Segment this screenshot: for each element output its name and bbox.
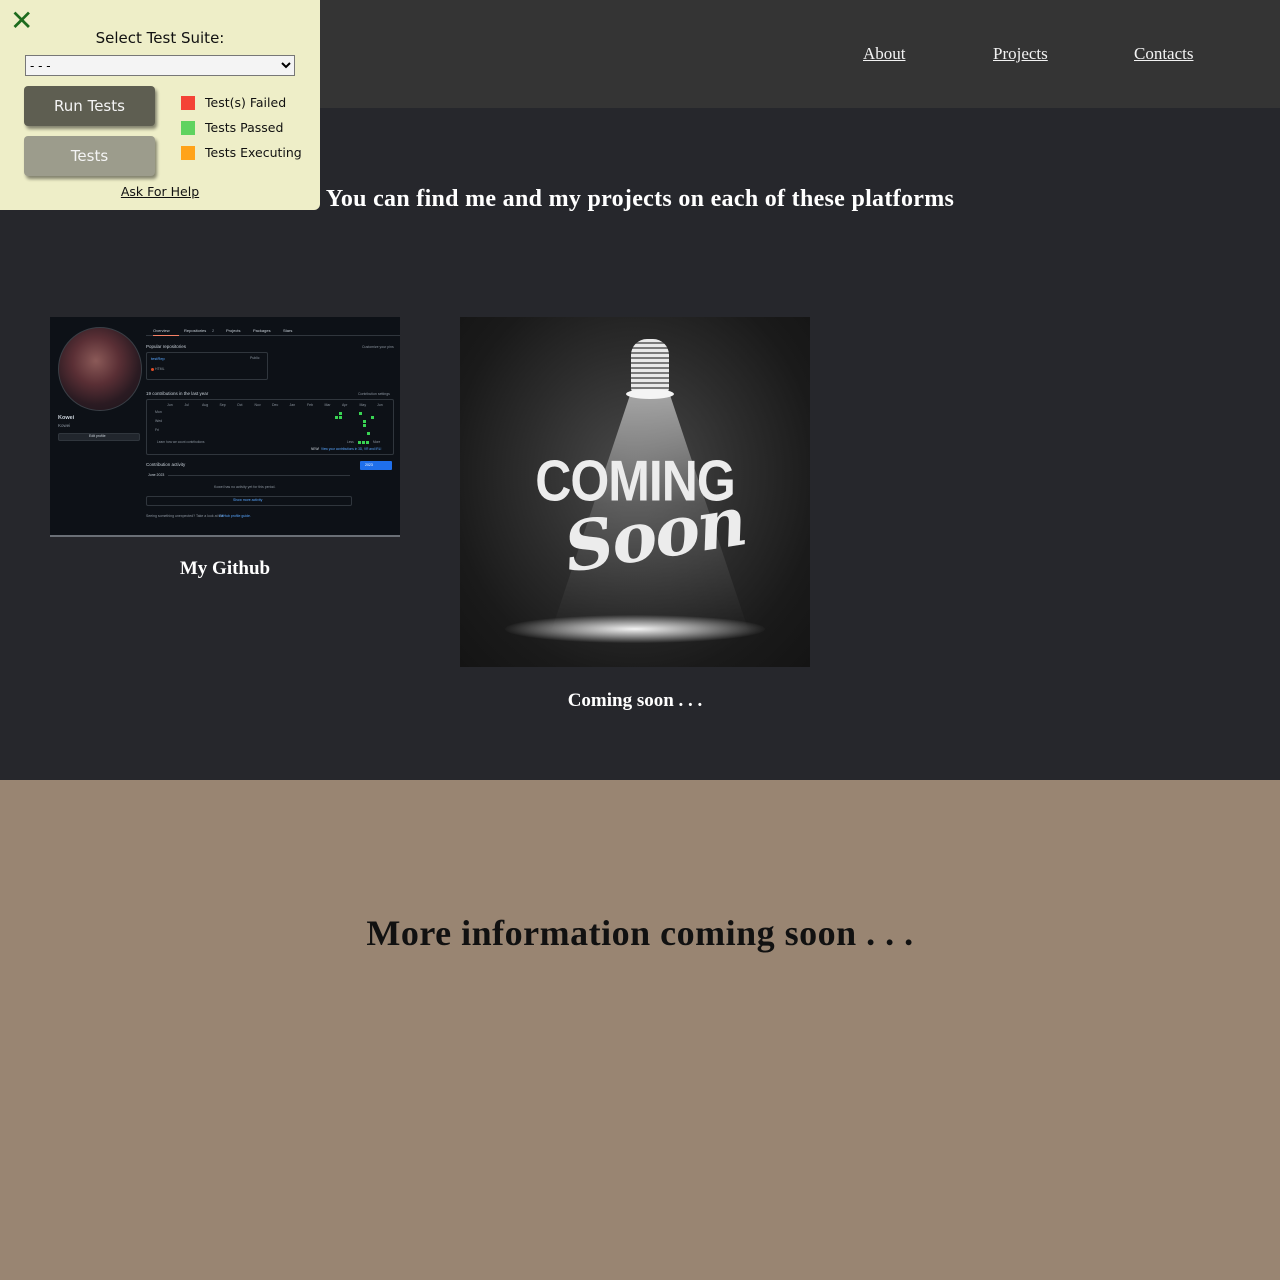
- language-dot: [151, 368, 154, 371]
- repo-language: HTML: [155, 367, 165, 371]
- tests-button[interactable]: Tests: [24, 136, 155, 176]
- new-label: NEW!: [311, 447, 320, 451]
- view-3d-link: View your contributions in 3D, VR and IR…: [321, 447, 382, 451]
- tab-divider: [146, 335, 400, 336]
- test-panel: ✕ Select Test Suite: - - - Run Tests Tes…: [0, 0, 320, 210]
- gh-tab-overview: Overview: [153, 328, 170, 333]
- more-label: More: [373, 440, 381, 444]
- profile-login: Kowei: [58, 423, 71, 428]
- day-fri: Fri: [155, 428, 160, 432]
- month-label: Jan: [289, 403, 296, 407]
- contribution-cell: [359, 412, 362, 415]
- coming-soon-image[interactable]: COMING Soon: [460, 317, 810, 667]
- profile-name: Kowei: [58, 415, 75, 421]
- legend-cell: [358, 441, 361, 444]
- ask-for-help-link[interactable]: Ask For Help: [0, 184, 320, 199]
- contribution-cell: [367, 432, 370, 435]
- month-label: Nov: [254, 403, 261, 407]
- month-label: Sep: [219, 403, 226, 407]
- contributions-label: 19 contributions in the last year: [146, 391, 209, 396]
- coming-soon-caption: Coming soon . . .: [567, 690, 703, 711]
- month-label: Mar: [324, 403, 331, 407]
- contribution-cell: [339, 412, 342, 415]
- footer-text: Seeing something unexpected? Take a look…: [146, 514, 224, 518]
- day-mon: Mon: [155, 410, 162, 414]
- info-title: More information coming soon . . .: [366, 913, 914, 953]
- month-label: Apr: [342, 403, 348, 407]
- edit-profile-button: Edit profile: [58, 433, 140, 441]
- year-button: 2023: [360, 461, 392, 470]
- active-tab-underline: [153, 335, 179, 336]
- month-label: Oct: [237, 403, 243, 407]
- less-label: Less: [347, 440, 354, 444]
- gh-tab-badge: 2: [212, 328, 215, 333]
- spotlight-lamp-icon: [631, 339, 669, 394]
- info-section: More information coming soon . . .: [0, 780, 1280, 1280]
- activity-divider: [168, 475, 350, 476]
- legend-failed-label: Test(s) Failed: [205, 95, 287, 110]
- legend-cell: [362, 441, 365, 444]
- legend-passed-label: Tests Passed: [205, 120, 284, 135]
- gh-tab-packages: Packages: [253, 328, 271, 333]
- nav-link-about[interactable]: About: [863, 44, 906, 64]
- pinned-repo: testRep Public HTML: [146, 352, 268, 380]
- day-wed: Wed: [155, 419, 163, 423]
- contribution-settings: Contribution settings: [358, 392, 390, 396]
- repo-name: testRep: [151, 356, 165, 361]
- avatar: [58, 327, 142, 411]
- nav-link-contacts[interactable]: Contacts: [1134, 44, 1194, 64]
- month-label: Feb: [307, 403, 314, 407]
- contribution-cell: [363, 420, 366, 423]
- floor-spotlight: [505, 615, 765, 643]
- executing-swatch: [181, 146, 195, 160]
- no-activity-text: Kowei has no activity yet for this perio…: [214, 485, 276, 489]
- contribution-cell: [363, 424, 366, 427]
- run-tests-button[interactable]: Run Tests: [24, 86, 155, 126]
- gh-tab-stars: Stars: [283, 328, 293, 333]
- repo-visibility: Public: [250, 356, 260, 360]
- month-label: Jun: [377, 403, 383, 407]
- test-suite-select[interactable]: - - -: [25, 55, 295, 76]
- show-more-label: Show more activity: [233, 498, 263, 502]
- contribution-cell: [339, 416, 342, 419]
- gh-tab-repositories: Repositories: [184, 328, 207, 333]
- edit-profile-label: Edit profile: [89, 434, 106, 438]
- show-more-button: Show more activity: [146, 496, 352, 506]
- contribution-cell: [371, 416, 374, 419]
- learn-label: Learn how we count contributions: [157, 440, 205, 444]
- month-label: Jun: [167, 403, 173, 407]
- contribution-graph: Jun Jul Aug Sep Oct Nov Dec Jan Feb Mar Apr May Jun …: [146, 399, 394, 455]
- gh-tab-projects: Projects: [226, 328, 241, 333]
- customize-label: Customize your pins: [362, 345, 394, 349]
- month-activity-label: June 2023: [148, 473, 165, 477]
- nav-link-projects[interactable]: Projects: [993, 44, 1048, 64]
- legend-executing-label: Tests Executing: [205, 145, 302, 160]
- lamp-rim: [626, 389, 674, 399]
- github-caption: My Github: [179, 558, 271, 579]
- month-label: May: [359, 403, 367, 407]
- year-label: 2023: [365, 463, 373, 467]
- select-suite-label: Select Test Suite:: [95, 29, 225, 47]
- passed-swatch: [181, 121, 195, 135]
- contribution-cell: [335, 416, 338, 419]
- month-label: Aug: [202, 403, 209, 407]
- legend-cell: [366, 441, 369, 444]
- activity-label: Contribution activity: [146, 462, 186, 467]
- month-label: Jul: [184, 403, 189, 407]
- github-screenshot[interactable]: Kowei Kowei Edit profile Overview Reposi…: [50, 317, 400, 537]
- month-label: Dec: [272, 403, 279, 407]
- footer-link: GitHub profile guide.: [219, 514, 251, 518]
- popular-label: Popular repositories: [146, 344, 187, 349]
- failed-swatch: [181, 96, 195, 110]
